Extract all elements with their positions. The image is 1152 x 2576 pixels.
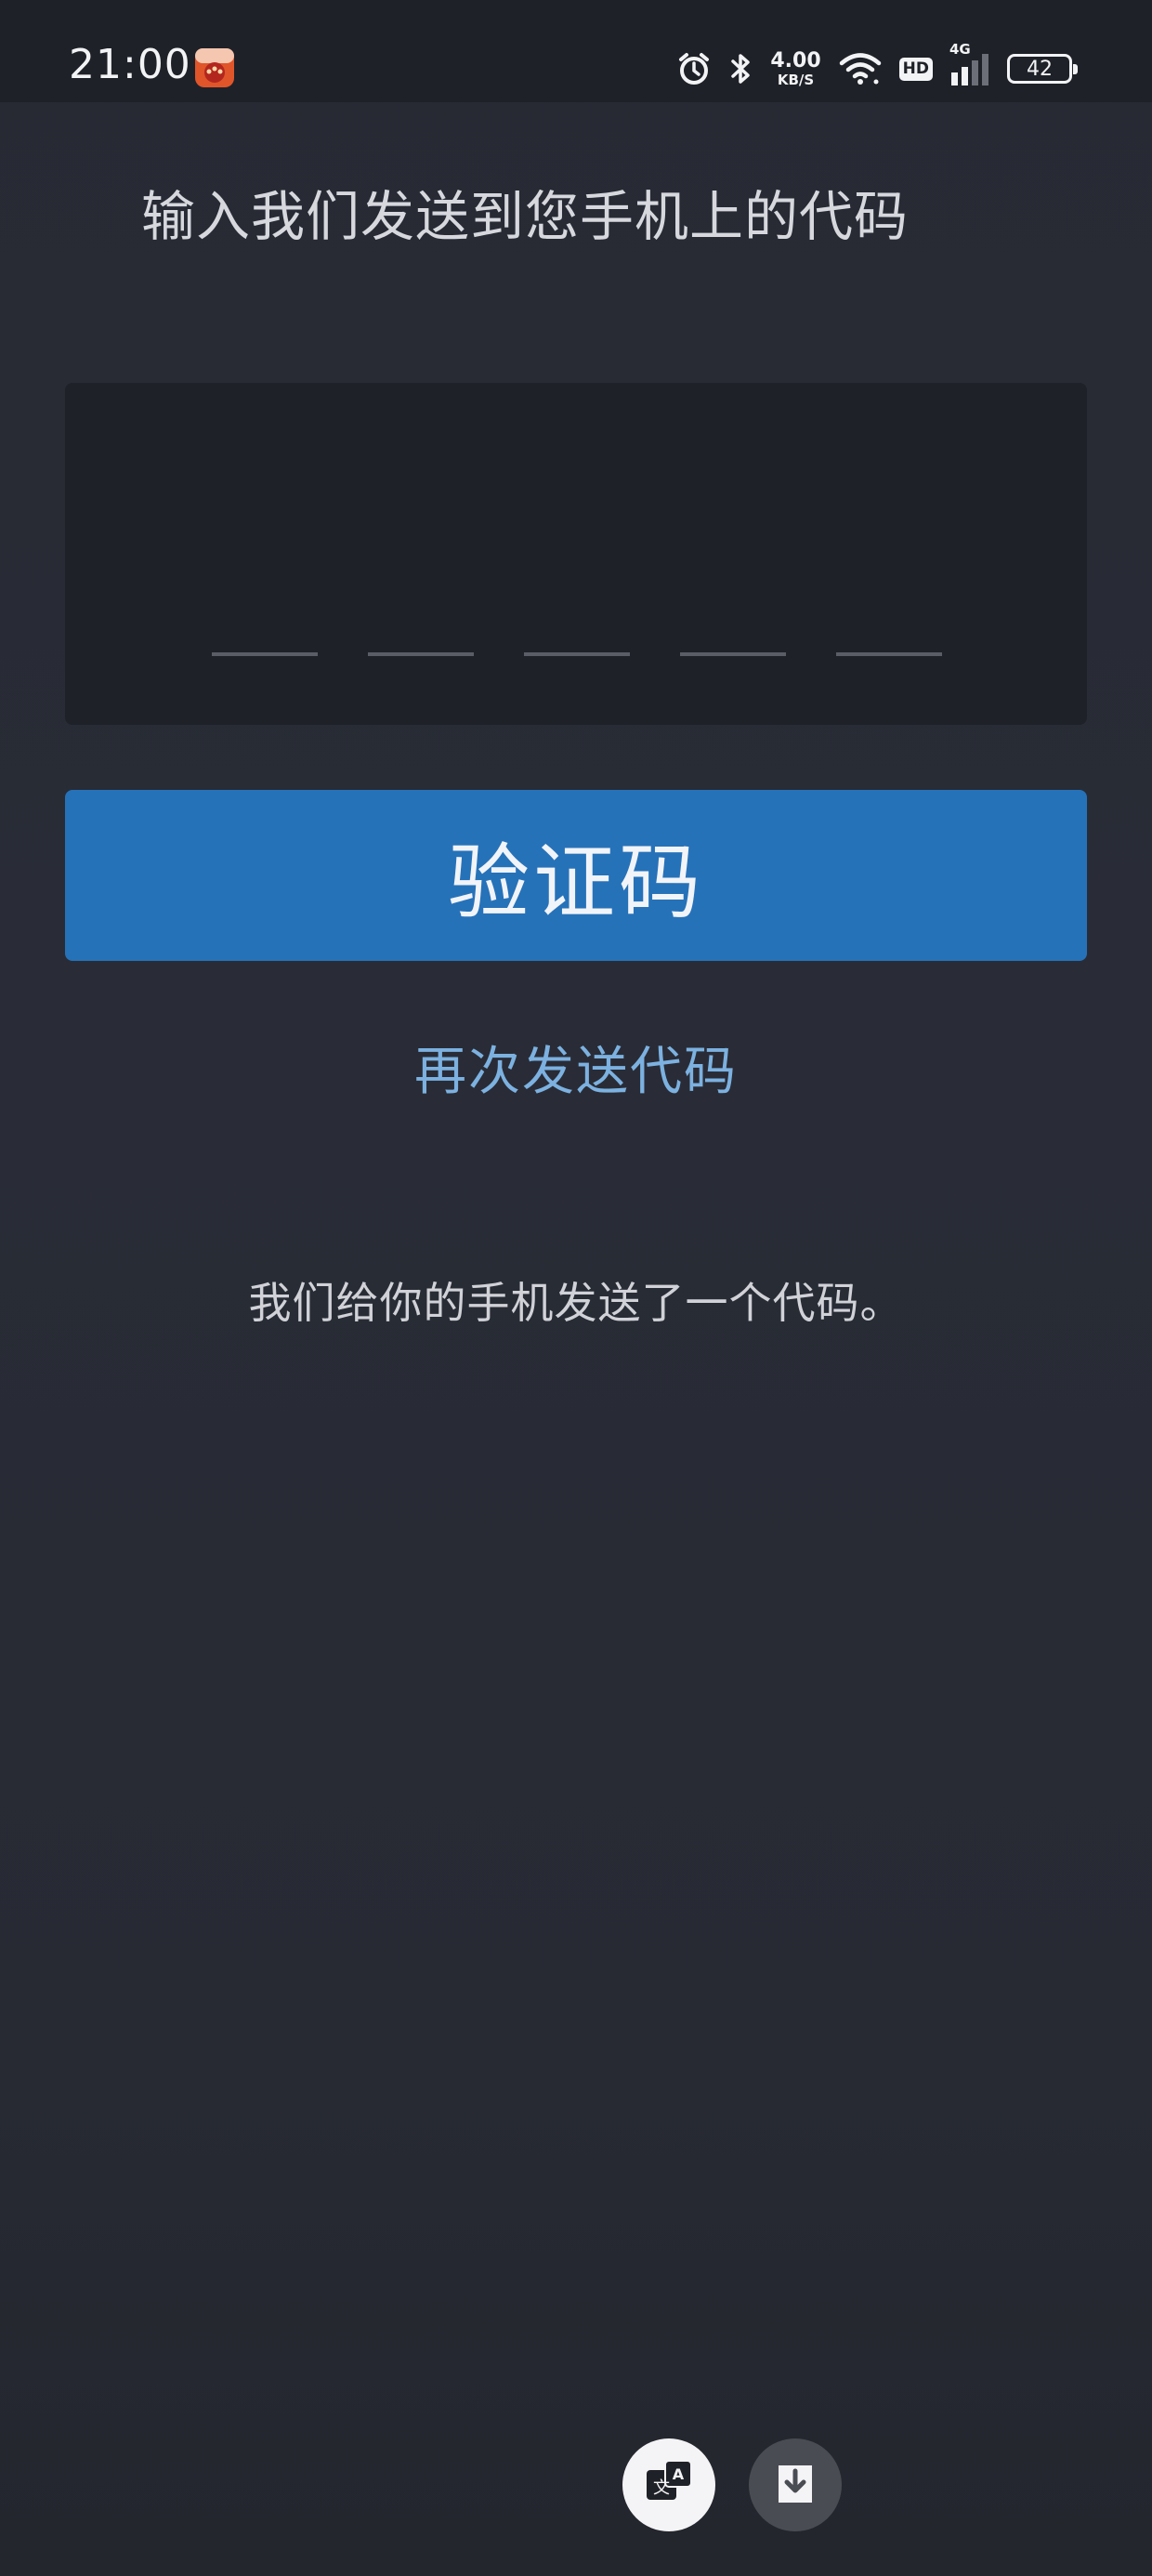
translate-icon: 文 A: [643, 2457, 695, 2513]
network-speed-value: 4.00: [770, 48, 821, 72]
battery-level: 42: [1027, 57, 1053, 81]
code-digit-slot-4[interactable]: [680, 652, 786, 656]
network-speed: 4.00 KB/S: [770, 48, 821, 88]
code-digit-slot-3[interactable]: [524, 652, 630, 656]
status-bar: 21:00 4.00 KB/S HD 4G 42: [0, 0, 1152, 102]
svg-text:文: 文: [653, 2478, 670, 2498]
page-title: 输入我们发送到您手机上的代码: [141, 185, 910, 248]
translate-button[interactable]: 文 A: [622, 2438, 715, 2531]
code-input-panel[interactable]: [65, 383, 1087, 725]
code-digit-slot-5[interactable]: [836, 652, 942, 656]
code-digit-slot-2[interactable]: [368, 652, 474, 656]
code-digit-slot-1[interactable]: [212, 652, 318, 656]
hd-badge: HD: [898, 57, 933, 81]
bluetooth-icon: [729, 50, 753, 87]
network-speed-unit: KB/S: [777, 71, 815, 88]
signal-icon: 4G: [949, 41, 990, 87]
code-sent-info: 我们给你的手机发送了一个代码。: [248, 1278, 904, 1328]
status-time: 21:00: [69, 41, 191, 88]
status-icons: 4.00 KB/S HD 4G 42: [675, 41, 1078, 93]
alarm-icon: [675, 50, 713, 87]
download-icon: [773, 2458, 818, 2512]
app-notification-icon: [193, 46, 236, 89]
wifi-icon: [838, 51, 883, 86]
signal-type-label: 4G: [949, 41, 971, 58]
battery-icon: 42: [1007, 54, 1078, 84]
verify-code-button[interactable]: 验证码: [65, 790, 1087, 961]
resend-code-link[interactable]: 再次发送代码: [0, 1030, 1152, 1105]
svg-text:A: A: [673, 2465, 685, 2483]
download-button[interactable]: [749, 2438, 842, 2531]
